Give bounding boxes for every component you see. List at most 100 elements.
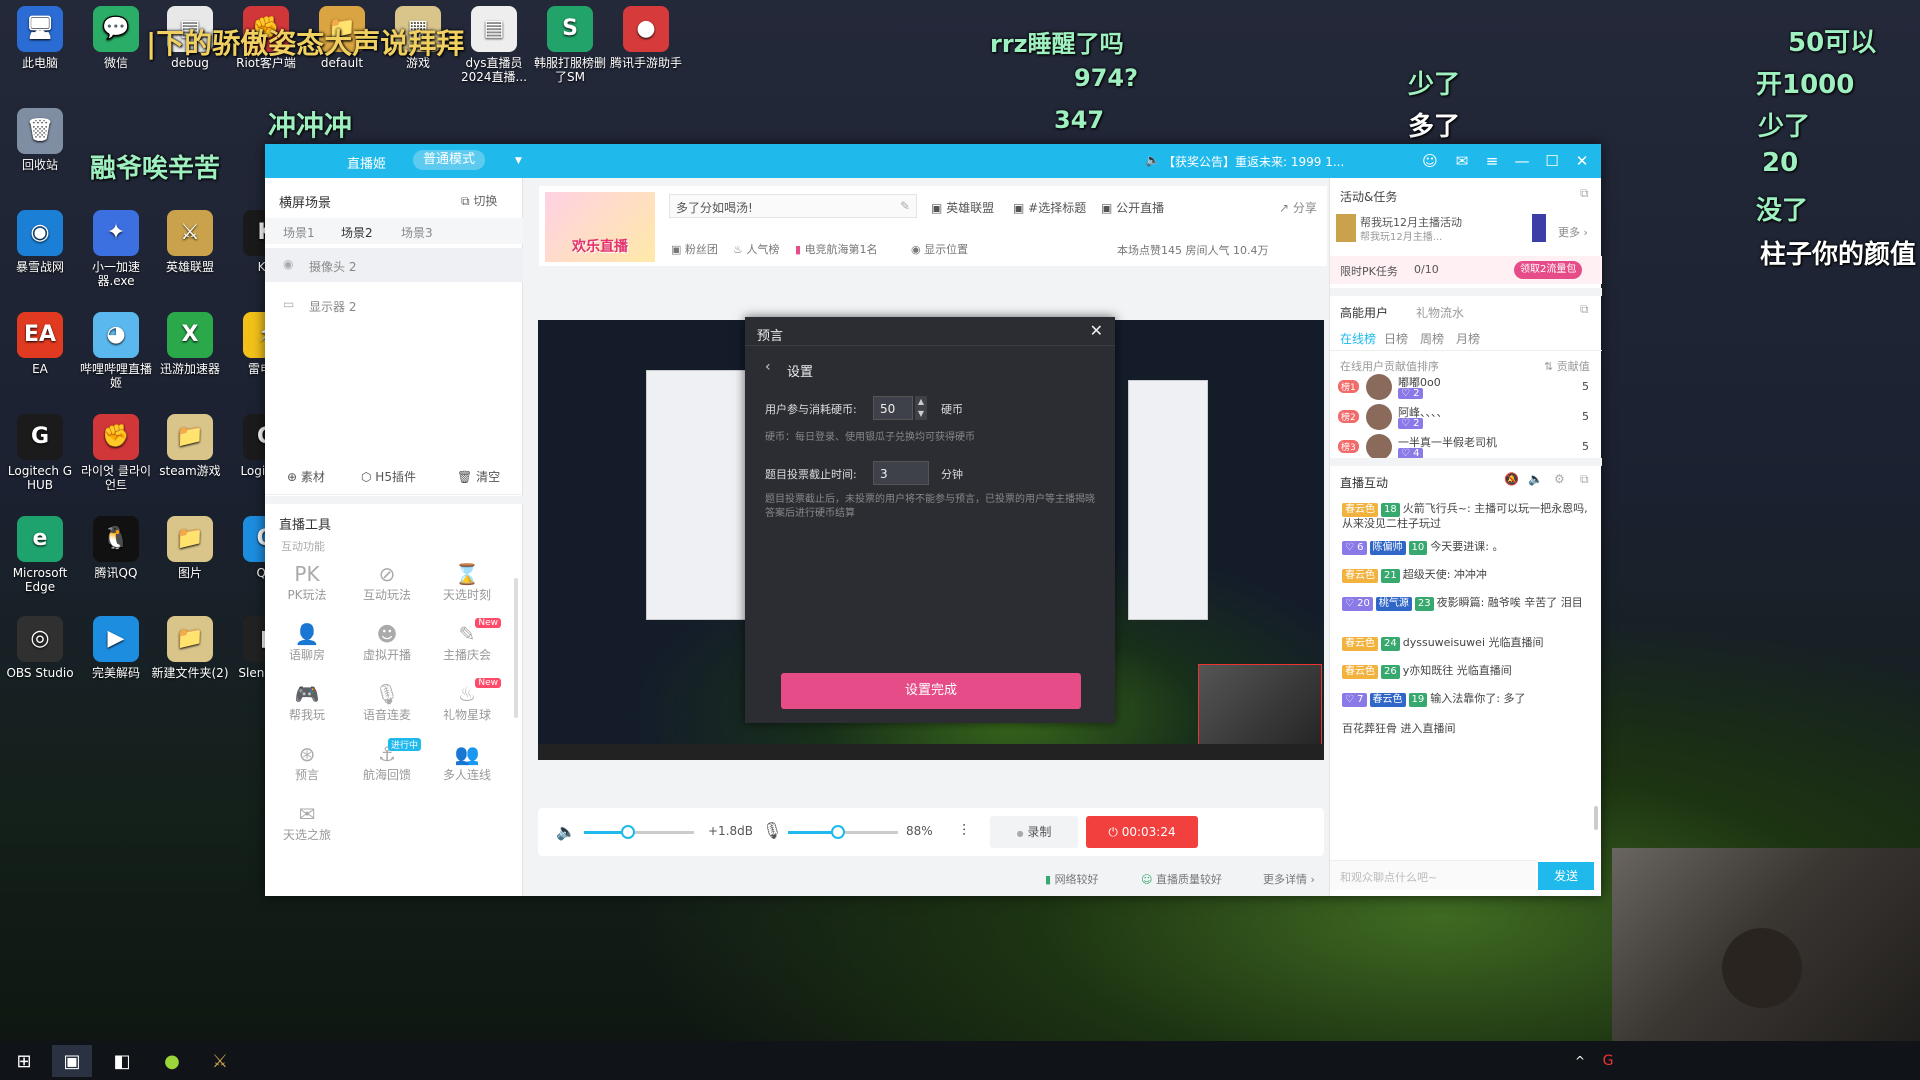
desktop-icon[interactable]: ▶ 完美解码 <box>76 616 156 680</box>
mode-selector[interactable]: 普通模式 <box>413 150 486 170</box>
mail-icon[interactable]: ✉ <box>1451 150 1473 172</box>
room-title-field[interactable]: 多了分如喝汤! ✎ <box>669 194 917 218</box>
back-icon[interactable]: ‹ <box>765 359 771 375</box>
qq-game-icon[interactable]: ● <box>152 1045 192 1077</box>
tool-2[interactable]: ⊘ 互动玩法 <box>357 562 417 603</box>
tab-daily[interactable]: 日榜 <box>1384 330 1408 347</box>
tool-5[interactable]: ☻ 虚拟开播 <box>357 622 417 663</box>
fan-club-link[interactable]: ▣ 粉丝团 <box>671 241 718 257</box>
chat-message[interactable]: 春云色 26 y亦知既往 光临直播间 <box>1342 664 1592 679</box>
desktop-icon[interactable]: 🐧 腾讯QQ <box>76 516 156 580</box>
start-windows-icon[interactable]: ⊞ <box>4 1045 44 1077</box>
chat-message[interactable]: ♡ 20 桃气源 23 夜影瞬篇: 融爷唉 辛苦了 泪目 <box>1342 596 1592 611</box>
chat-message[interactable]: 春云色 24 dyssuweisuwei 光临直播间 <box>1342 636 1592 651</box>
desktop-icon[interactable]: ◕ 哔哩哔哩直播姬 <box>76 312 156 390</box>
more-activities-link[interactable]: 更多 › <box>1558 224 1588 240</box>
user-rank-row[interactable]: 榜2 阿峰、、、、 ♡ 25 <box>1330 402 1602 432</box>
settings-gear-icon[interactable]: ⚙ <box>1554 472 1565 486</box>
close-icon[interactable]: ✕ <box>1090 321 1103 340</box>
desktop-icon[interactable]: 📁 图片 <box>150 516 230 580</box>
speaker-volume-knob[interactable] <box>621 825 635 839</box>
desktop-icon[interactable]: 📁 新建文件夹(2) <box>150 616 230 680</box>
tool-7[interactable]: 🎮 帮我玩 <box>277 682 337 723</box>
coin-stepper[interactable]: ▲ ▼ <box>915 396 927 420</box>
close-icon[interactable]: ✕ <box>1571 150 1593 172</box>
maximize-icon[interactable]: ☐ <box>1541 150 1563 172</box>
room-cover[interactable]: 欢乐直播 <box>545 192 655 262</box>
tab-gift-flow[interactable]: 礼物流水 <box>1416 304 1464 321</box>
minimize-icon[interactable]: — <box>1511 150 1533 172</box>
pk-claim-button[interactable]: 领取2流量包 <box>1514 261 1583 279</box>
chat-scrollbar[interactable] <box>1594 806 1598 830</box>
tool-3[interactable]: ⌛ 天选时刻 <box>437 562 497 603</box>
desktop-icon[interactable]: ◉ 暴雪战网 <box>0 210 80 274</box>
menu-icon[interactable]: ≡ <box>1481 150 1503 172</box>
tab-monthly[interactable]: 月榜 <box>1456 330 1480 347</box>
tab-scene-2[interactable]: 场景2 <box>341 224 373 241</box>
tray-app-icon[interactable]: G <box>1588 1045 1628 1077</box>
popularity-link[interactable]: ♨ 人气榜 <box>733 241 779 257</box>
mixer-icon[interactable]: ⫶ <box>962 821 966 841</box>
popout-icon[interactable]: ⧉ <box>1580 302 1589 317</box>
clear-button[interactable]: 🗑 清空 <box>457 468 500 485</box>
desktop-icon[interactable]: ▤ dys直播员2024直播... <box>454 6 534 84</box>
desktop-icon[interactable]: ◎ OBS Studio <box>0 616 80 680</box>
mode-chevron-down-icon[interactable]: ▼ <box>515 156 522 166</box>
desktop-icon[interactable]: 📁 steam游戏 <box>150 414 230 478</box>
source-item[interactable]: ▭ 显示器 2 <box>265 288 523 322</box>
tool-11[interactable]: ⚓ 航海回馈 进行中 <box>357 738 421 783</box>
desktop-icon[interactable]: ● 腾讯手游助手 <box>606 6 686 70</box>
skin-icon[interactable]: ☺ <box>1419 150 1441 172</box>
chat-message[interactable]: 百花葬狂骨 进入直播间 <box>1342 722 1592 736</box>
user-rank-row[interactable]: 榜1 嘟嘟0o0 ♡ 25 <box>1330 372 1602 402</box>
mic-volume-knob[interactable] <box>830 825 845 839</box>
activity-thumb[interactable] <box>1336 214 1356 242</box>
mic-volume-slider[interactable] <box>788 825 898 839</box>
screenshot-app-icon[interactable]: ▣ <box>52 1045 92 1077</box>
tool-6[interactable]: ✎ 主播庆会 New <box>437 618 501 663</box>
tag-title[interactable]: ▣ #选择标题 <box>1013 199 1086 216</box>
popout-icon[interactable]: ⧉ <box>1580 472 1589 487</box>
esports-rank-link[interactable]: ▮ 电竞航海第1名 <box>795 241 878 257</box>
tab-scene-1[interactable]: 场景1 <box>283 224 315 241</box>
chat-message[interactable]: ♡ 7 春云色 19 输入法靠你了: 多了 <box>1342 692 1592 707</box>
share-button[interactable]: ↗ 分享 <box>1279 199 1317 216</box>
coin-input[interactable]: 50 <box>873 396 913 420</box>
speaker-icon[interactable]: 🔈 <box>556 822 576 841</box>
desktop-icon[interactable]: 🗑 回收站 <box>0 108 80 172</box>
tool-10[interactable]: ⊛ 预言 <box>277 742 337 783</box>
chat-message[interactable]: 春云色 21 超级天使: 冲冲冲 <box>1342 568 1592 583</box>
microphone-icon[interactable]: 🎙 <box>762 821 782 840</box>
tool-9[interactable]: ♨ 礼物星球 New <box>437 678 501 723</box>
desktop-icon[interactable]: ✊ 라이엇 클라이언트 <box>76 414 156 492</box>
tag-public[interactable]: ▣ 公开直播 <box>1101 199 1164 216</box>
edit-icon[interactable]: ✎ <box>900 199 910 213</box>
record-button[interactable]: ● 录制 <box>990 816 1078 848</box>
popout-icon[interactable]: ⧉ <box>1580 186 1589 201</box>
activity-thumb[interactable] <box>1532 214 1546 242</box>
desktop-icon[interactable]: G Logitech G HUB <box>0 414 80 492</box>
desktop-icon[interactable]: X 迅游加速器 <box>150 312 230 376</box>
material-button[interactable]: ⊕ 素材 <box>287 468 325 485</box>
switch-scene-button[interactable]: ⧉ 切换 <box>461 192 497 209</box>
chat-message[interactable]: 春云色 18 火箭飞行兵~: 主播可以玩一把永恩吗, 从来没见二柱子玩过 <box>1342 502 1592 531</box>
desktop-icon[interactable]: EA EA <box>0 312 80 376</box>
desktop-icon[interactable]: ⚔ 英雄联盟 <box>150 210 230 274</box>
tool-4[interactable]: 👤 语聊房 <box>277 622 337 663</box>
vmware-icon[interactable]: ◧ <box>102 1045 142 1077</box>
desktop-icon[interactable]: S 韩服打服榜删了SM <box>530 6 610 84</box>
tool-1[interactable]: PK PK玩法 <box>277 562 337 603</box>
tool-8[interactable]: 🎙 语音连麦 <box>357 682 417 723</box>
desktop-icon[interactable]: ✦ 小一加速器.exe <box>76 210 156 288</box>
stop-live-button[interactable]: ⏻ 00:03:24 <box>1086 816 1198 848</box>
desktop-icon[interactable]: 💬 微信 <box>76 6 156 70</box>
confirm-settings-button[interactable]: 设置完成 <box>781 673 1081 709</box>
tab-online[interactable]: 在线榜 <box>1340 330 1376 347</box>
chat-message[interactable]: ♡ 6 陈偏帅 10 今天要进课: 。 <box>1342 540 1592 555</box>
deadline-input[interactable]: 3 <box>873 461 929 485</box>
tab-high-energy[interactable]: 高能用户 <box>1340 304 1388 321</box>
tag-category[interactable]: ▣ 英雄联盟 <box>931 199 994 216</box>
speaker-volume-slider[interactable] <box>584 825 694 839</box>
tool-12[interactable]: 👥 多人连线 <box>437 742 497 783</box>
sound-icon[interactable]: 🔈 <box>1528 472 1543 486</box>
